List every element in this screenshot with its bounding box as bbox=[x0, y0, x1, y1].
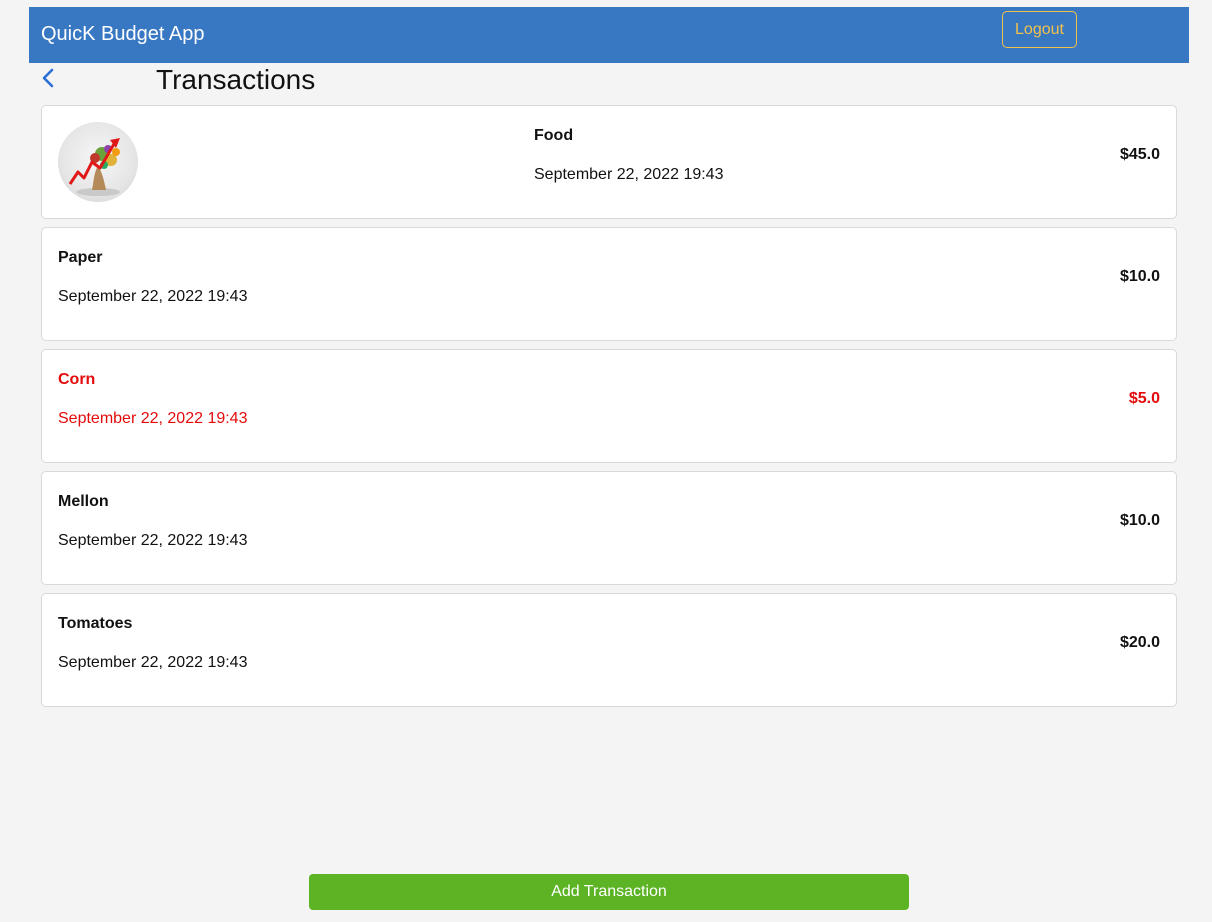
logout-button[interactable]: Logout bbox=[1002, 11, 1077, 48]
transaction-card-paper[interactable]: Paper September 22, 2022 19:43 $10.0 bbox=[41, 227, 1177, 341]
transaction-date: September 22, 2022 19:43 bbox=[58, 410, 248, 427]
transaction-name: Food bbox=[534, 127, 574, 144]
app-header: QuicK Budget App Logout bbox=[29, 7, 1189, 63]
transaction-list: Food September 22, 2022 19:43 $45.0 Pape… bbox=[41, 105, 1177, 715]
transaction-date: September 22, 2022 19:43 bbox=[58, 654, 248, 671]
app-brand[interactable]: QuicK Budget App bbox=[41, 23, 204, 46]
transaction-card-tomatoes[interactable]: Tomatoes September 22, 2022 19:43 $20.0 bbox=[41, 593, 1177, 707]
transaction-date: September 22, 2022 19:43 bbox=[58, 288, 248, 305]
transaction-name: Mellon bbox=[58, 493, 109, 510]
transaction-card-mellon[interactable]: Mellon September 22, 2022 19:43 $10.0 bbox=[41, 471, 1177, 585]
transaction-amount: $5.0 bbox=[1128, 390, 1160, 407]
transaction-date: September 22, 2022 19:43 bbox=[534, 166, 724, 183]
chevron-left-icon bbox=[42, 68, 54, 88]
transaction-card-food[interactable]: Food September 22, 2022 19:43 $45.0 bbox=[41, 105, 1177, 219]
transaction-amount: $10.0 bbox=[1119, 268, 1160, 285]
add-transaction-button[interactable]: Add Transaction bbox=[309, 874, 909, 910]
page-title: Transactions bbox=[156, 64, 316, 95]
transaction-card-corn[interactable]: Corn September 22, 2022 19:43 $5.0 bbox=[41, 349, 1177, 463]
transaction-name: Tomatoes bbox=[58, 615, 133, 632]
back-button[interactable] bbox=[38, 66, 58, 90]
transaction-name: Corn bbox=[58, 371, 96, 388]
transaction-name: Paper bbox=[58, 249, 103, 266]
transaction-amount: $10.0 bbox=[1119, 512, 1160, 529]
food-growth-image bbox=[58, 122, 138, 202]
transaction-amount: $45.0 bbox=[1119, 146, 1160, 163]
transaction-amount: $20.0 bbox=[1119, 634, 1160, 651]
transaction-date: September 22, 2022 19:43 bbox=[58, 532, 248, 549]
